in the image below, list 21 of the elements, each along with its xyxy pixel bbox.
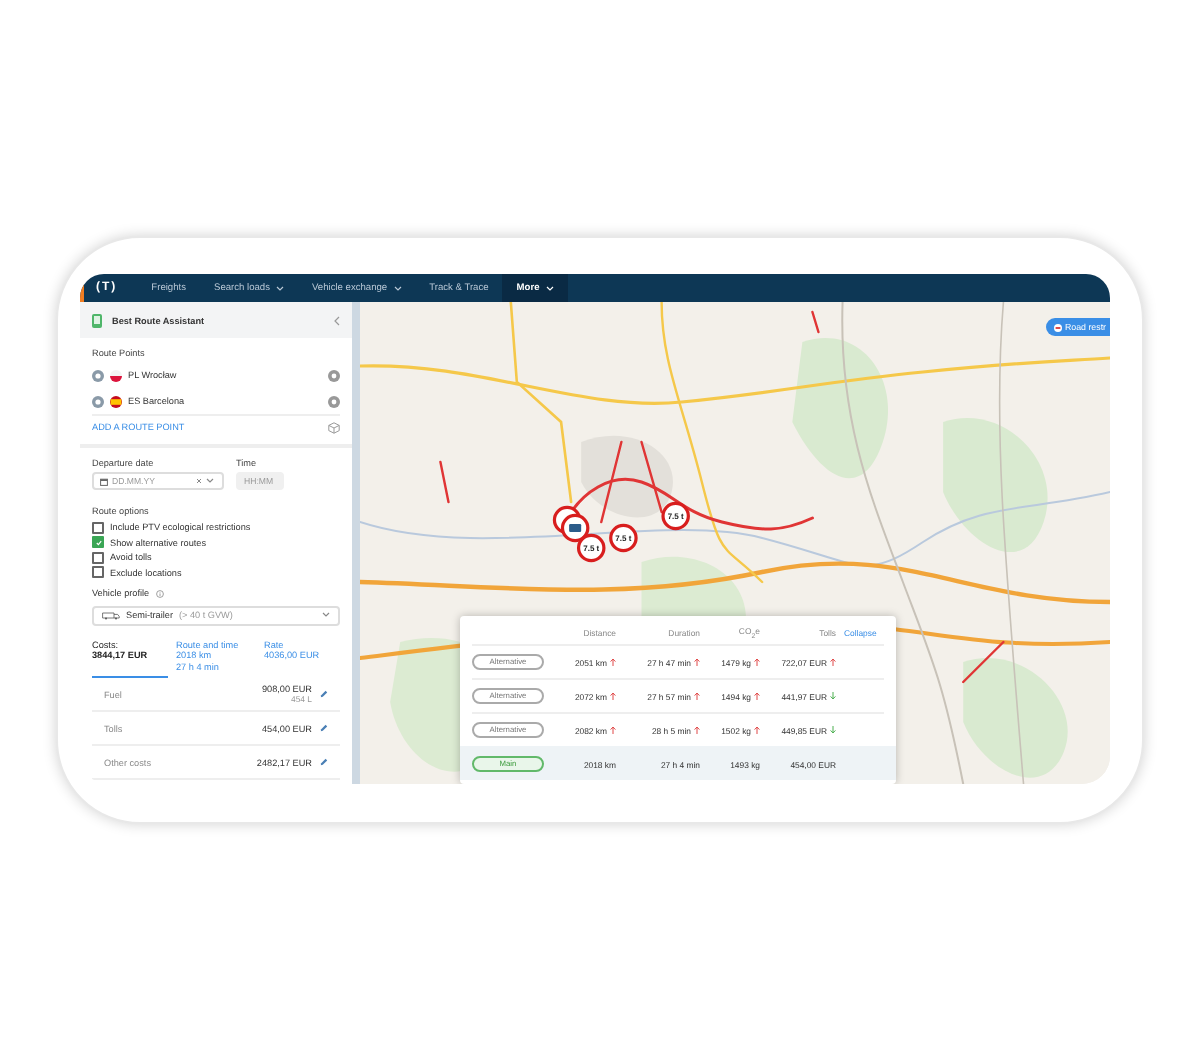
pencil-icon[interactable]	[320, 724, 328, 732]
truck-icon	[102, 611, 120, 619]
cube-icon[interactable]	[328, 421, 340, 433]
settings-icon[interactable]	[328, 395, 340, 407]
checkbox[interactable]	[92, 566, 104, 579]
pencil-icon[interactable]	[320, 690, 328, 698]
waypoint-icon[interactable]	[92, 369, 104, 381]
pencil-icon[interactable]	[320, 758, 328, 766]
checkbox[interactable]	[92, 551, 104, 564]
caret-icon	[322, 612, 330, 618]
checkbox[interactable]	[92, 521, 104, 534]
calendar-icon	[100, 477, 108, 485]
info-icon	[155, 589, 164, 598]
waypoint-icon[interactable]	[92, 395, 104, 407]
phone-icon	[92, 313, 102, 327]
caret-icon	[206, 478, 214, 484]
settings-icon[interactable]	[328, 369, 340, 381]
chevron-left-icon[interactable]	[334, 315, 340, 325]
clear-icon[interactable]	[196, 478, 202, 484]
no-entry-icon	[1053, 323, 1061, 331]
checkbox[interactable]	[92, 536, 104, 549]
